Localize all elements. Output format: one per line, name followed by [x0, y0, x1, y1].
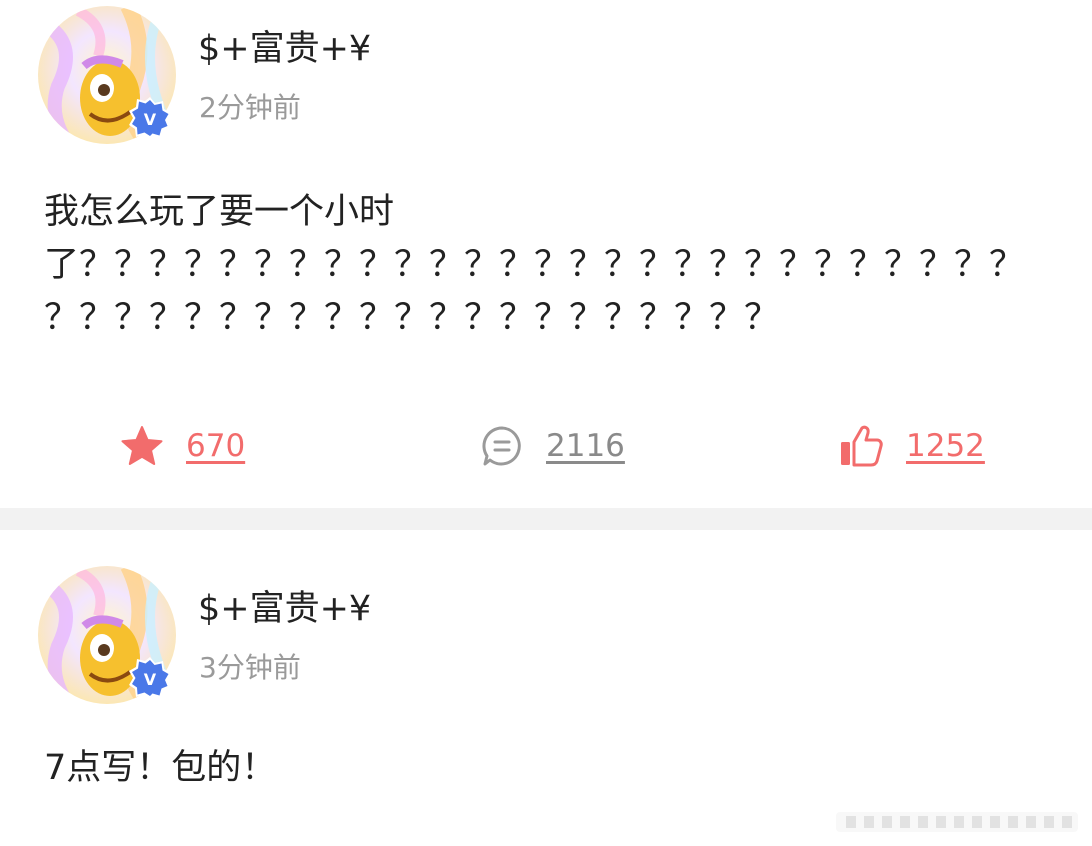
feed: V $+富贵+¥ 2分钟前 我怎么玩了要一个小时了？？？？？？？？？？？？？？？…	[0, 0, 1092, 846]
thumbs-up-icon	[841, 425, 883, 467]
username[interactable]: $+富贵+¥	[198, 24, 371, 74]
post-card: V $+富贵+¥ 2分钟前 我怎么玩了要一个小时了？？？？？？？？？？？？？？？…	[0, 0, 1092, 508]
like-count: 1252	[906, 428, 985, 464]
verified-badge-icon: V	[129, 657, 171, 699]
badge-letter: V	[144, 670, 157, 689]
badge-letter: V	[144, 110, 157, 129]
comment-bubble-icon	[482, 426, 521, 466]
post-text: 7点写！包的！	[44, 748, 277, 788]
comment-button[interactable]: 2116	[480, 418, 625, 474]
post-text: 我怎么玩了要一个小时了？？？？？？？？？？？？？？？？？？？？？？？？？？？？？…	[44, 192, 1025, 338]
timestamp: 2分钟前	[199, 91, 301, 124]
favorite-button[interactable]: 670	[120, 418, 245, 474]
username[interactable]: $+富贵+¥	[198, 584, 371, 634]
action-bar: 670 2116 1252	[0, 418, 1092, 474]
favorite-count: 670	[186, 428, 246, 464]
like-button[interactable]: 1252	[838, 418, 985, 474]
comment-count: 2116	[546, 428, 625, 464]
watermark-logo	[836, 812, 1078, 832]
post-card: V $+富贵+¥ 3分钟前 7点写！包的！	[0, 530, 1092, 846]
card-separator	[0, 508, 1092, 530]
timestamp: 3分钟前	[199, 651, 301, 684]
star-icon	[121, 426, 163, 465]
verified-badge-icon: V	[129, 97, 171, 139]
